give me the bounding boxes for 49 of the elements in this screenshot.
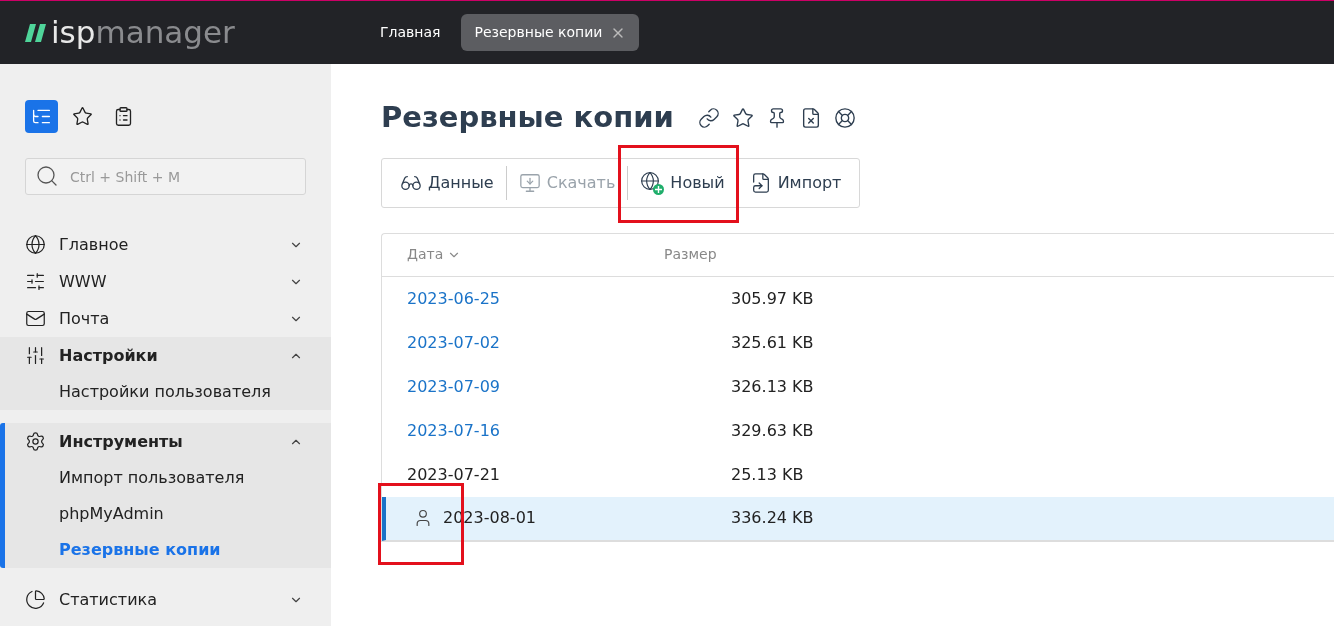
menu-item[interactable]: Импорт пользователя: [5, 460, 331, 496]
download-icon: [518, 171, 541, 194]
table-row[interactable]: 2023-07-02 325.61 KB: [382, 320, 1334, 365]
menu-group[interactable]: WWW: [0, 263, 331, 300]
star-icon[interactable]: [731, 106, 754, 129]
date-link[interactable]: 2023-06-25: [407, 286, 500, 311]
table-cell-text: 325.61 KB: [731, 331, 814, 354]
menu-group[interactable]: Главное: [0, 226, 331, 263]
pie-chart-icon: [25, 589, 46, 610]
menu-group[interactable]: Почта: [0, 300, 331, 337]
table-cell-text: 329.63 KB: [731, 419, 814, 442]
lifebuoy-icon[interactable]: [833, 106, 856, 129]
date-link[interactable]: 2023-07-09: [407, 374, 500, 399]
table-row[interactable]: 2023-07-09 326.13 KB: [382, 364, 1334, 409]
table-row[interactable]: 2023-07-16 329.63 KB: [382, 408, 1334, 453]
sliders-icon: [25, 271, 46, 292]
table-cell-text: 305.97 KB: [731, 287, 814, 310]
logo: ispmanager: [25, 17, 367, 48]
mail-icon: [25, 308, 46, 329]
table-cell-text: 2023-07-21: [407, 463, 500, 486]
table-row[interactable]: 2023-07-21 25.13 KB: [382, 452, 1334, 497]
date-link[interactable]: 2023-07-16: [407, 418, 500, 443]
toolbar-button[interactable]: Данные: [388, 160, 506, 205]
header-tab[interactable]: Главная: [367, 14, 454, 51]
page-title: Резервные копии: [381, 99, 674, 136]
table-cell-text: 25.13 KB: [731, 463, 804, 486]
toolbar-button[interactable]: Импорт: [737, 160, 854, 205]
column-header[interactable]: Размер: [664, 244, 717, 265]
sliders-icon: [25, 345, 46, 366]
table-cell-text: 336.24 KB: [731, 507, 814, 529]
date-link[interactable]: 2023-07-02: [407, 330, 500, 355]
menu-item[interactable]: phpMyAdmin: [5, 496, 331, 532]
menu-group[interactable]: Инструменты: [5, 423, 331, 460]
menu-group[interactable]: Статистика: [0, 581, 331, 618]
link-icon[interactable]: [697, 106, 720, 129]
toolbar-button[interactable]: Новый: [628, 160, 737, 205]
gear-icon: [25, 431, 46, 452]
globe-plus-icon: [640, 170, 665, 195]
table-row[interactable]: 2023-06-25 305.97 KB: [382, 276, 1334, 321]
tree-icon[interactable]: [25, 100, 58, 133]
table-cell-text: 326.13 KB: [731, 375, 814, 398]
menu-item[interactable]: Настройки пользователя: [0, 374, 331, 410]
menu-item[interactable]: Резервные копии: [5, 532, 331, 568]
column-header[interactable]: Дата: [382, 244, 664, 265]
header-tab[interactable]: Резервные копии: [461, 14, 640, 51]
menu-group[interactable]: Настройки: [0, 337, 331, 374]
search-field[interactable]: Ctrl + Shift + M: [25, 158, 306, 195]
search-icon: [35, 164, 59, 188]
globe-icon: [25, 234, 46, 255]
